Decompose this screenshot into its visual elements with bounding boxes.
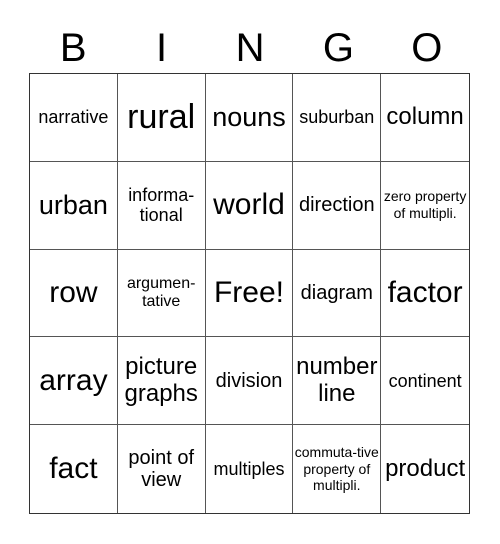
free-space-cell[interactable]: Free! <box>205 249 294 338</box>
cell-text: diagram <box>300 281 373 304</box>
cell-text: continent <box>388 370 462 391</box>
cell-text: fact <box>49 452 98 486</box>
bingo-cell[interactable]: fact <box>30 425 118 513</box>
cell-text: nouns <box>212 102 286 133</box>
cell-text: multiples <box>213 459 285 480</box>
cell-text: Free! <box>213 276 284 310</box>
cell-text: suburban <box>299 107 375 128</box>
bingo-cell[interactable]: rural <box>117 74 206 162</box>
bingo-cell[interactable]: point of view <box>118 425 206 513</box>
bingo-cell[interactable]: picture graphs <box>117 337 206 426</box>
bingo-cell[interactable]: argumen-tative <box>117 249 206 338</box>
bingo-cell[interactable]: column <box>381 74 469 162</box>
cell-text: argumen-tative <box>126 275 196 310</box>
bingo-cell[interactable]: commuta-tive property of multipli. <box>293 425 382 513</box>
bingo-cell[interactable]: zero property of multipli. <box>381 162 469 250</box>
bingo-cell[interactable]: informa-tional <box>117 161 206 250</box>
cell-text: rural <box>127 98 196 137</box>
bingo-cell[interactable]: continent <box>381 337 469 426</box>
header-letter-o: O <box>411 26 443 70</box>
cell-text: narrative <box>38 107 109 128</box>
bingo-cell[interactable]: narrative <box>30 74 118 162</box>
cell-text: number line <box>296 352 378 407</box>
header-letter-n: N <box>235 26 265 70</box>
cell-text: informa-tional <box>128 185 195 226</box>
cell-text: world <box>213 188 285 222</box>
bingo-cell[interactable]: diagram <box>293 249 382 338</box>
cell-text: zero property of multipli. <box>383 188 467 222</box>
bingo-cell[interactable]: row <box>30 249 118 338</box>
cell-text: point of view <box>128 446 194 492</box>
cell-text: urban <box>38 190 108 221</box>
bingo-header: B I N G O <box>29 24 471 72</box>
cell-text: column <box>386 102 464 130</box>
cell-text: factor <box>387 276 463 310</box>
cell-text: commuta-tive property of multipli. <box>294 443 379 494</box>
bingo-cell[interactable]: factor <box>381 250 469 338</box>
bingo-cell[interactable]: suburban <box>293 74 382 162</box>
bingo-cell[interactable]: division <box>205 337 294 426</box>
bingo-cell[interactable]: urban <box>30 161 118 250</box>
header-letter-b: B <box>59 26 87 70</box>
bingo-cell[interactable]: world <box>205 161 294 250</box>
bingo-cell[interactable]: direction <box>293 161 382 250</box>
cell-text: array <box>39 363 108 397</box>
header-letter-g: G <box>322 26 354 70</box>
cell-text: row <box>49 276 98 310</box>
bingo-cell[interactable]: number line <box>293 337 382 426</box>
cell-text: picture graphs <box>124 352 198 407</box>
cell-text: direction <box>298 194 375 216</box>
bingo-cell[interactable]: array <box>30 337 118 426</box>
bingo-cell[interactable]: product <box>381 425 469 513</box>
bingo-cell[interactable]: multiples <box>206 425 294 513</box>
bingo-grid: narrative rural nouns suburban column urban in… <box>29 73 470 514</box>
cell-text: product <box>385 454 466 482</box>
cell-text: division <box>215 369 283 392</box>
bingo-cell[interactable]: nouns <box>205 74 294 162</box>
header-letter-i: I <box>156 26 168 70</box>
